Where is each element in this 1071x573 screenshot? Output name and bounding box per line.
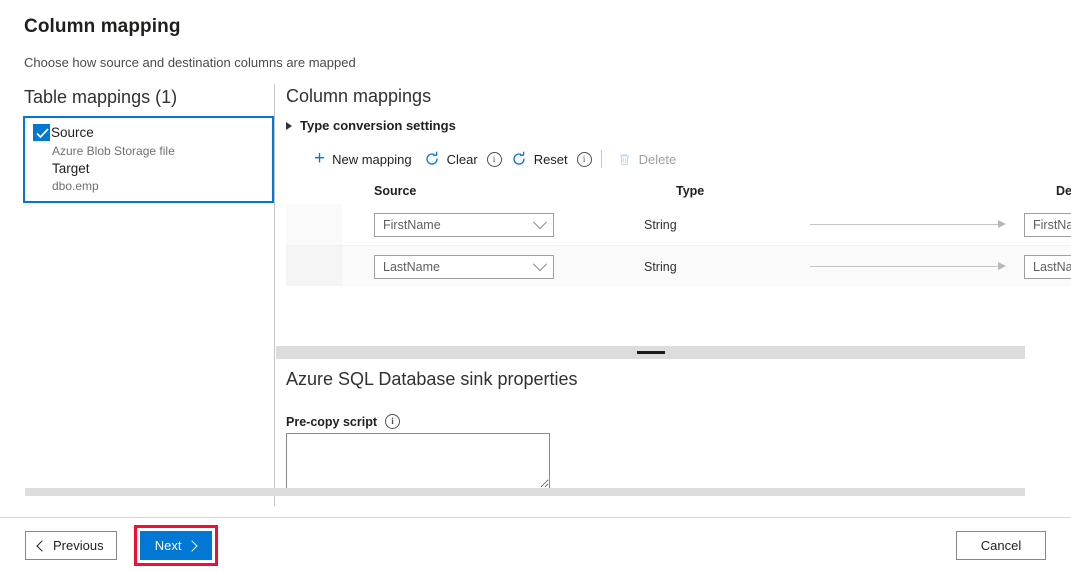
table-mappings-heading: Table mappings (1) [24,84,250,116]
refresh-icon [511,151,527,167]
clear-label: Clear [447,152,478,167]
grid-header-source: Source [342,184,614,198]
row-source-cell: LastName [342,255,582,279]
splitter-handle[interactable] [637,351,665,354]
precopy-script-label: Pre-copy script [286,415,377,429]
source-column-select[interactable]: LastName [374,255,554,279]
next-button[interactable]: Next [140,531,212,560]
reset-label: Reset [534,152,568,167]
source-column-value: LastName [383,260,440,274]
source-column-value: FirstName [383,218,441,232]
page-title: Column mapping [24,16,1047,38]
mapping-arrow [804,204,1014,245]
clear-info-icon[interactable]: i [487,152,502,167]
precopy-script-input[interactable] [286,433,550,489]
table-row[interactable]: FirstName String [286,204,1071,246]
grid-header-type: Type [614,184,836,198]
precopy-script-info-icon[interactable]: i [385,414,400,429]
mapping-arrow [804,246,1014,286]
destination-column-input[interactable] [1024,255,1071,279]
chevron-right-icon [187,540,198,551]
chevron-right-icon [286,122,292,130]
arrow-head-icon [998,220,1006,228]
chevron-down-icon [533,257,547,271]
row-type-value: String [582,260,804,274]
checkmark-icon [36,128,49,139]
chevron-left-icon [36,540,47,551]
row-destination-cell [1014,213,1071,237]
destination-column-input[interactable] [1024,213,1071,237]
row-type-value: String [582,218,804,232]
card-source-row: Source [33,124,264,141]
card-source-value: Azure Blob Storage file [33,144,264,158]
type-conversion-settings-label: Type conversion settings [300,118,456,133]
table-mapping-checkbox[interactable] [33,124,50,141]
grid-header-destination: Destination [1046,184,1071,198]
card-target-label: Target [33,161,264,176]
main-content: Table mappings (1) Source Azure Blob Sto… [0,84,1071,506]
table-mappings-panel: Table mappings (1) Source Azure Blob Sto… [0,84,275,506]
delete-button: Delete [611,149,683,170]
next-label: Next [155,538,182,553]
sink-properties-title: Azure SQL Database sink properties [286,369,1071,390]
column-mappings-toolbar: + New mapping Clear i Reset [286,146,1071,172]
card-target-value: dbo.emp [33,179,264,193]
reset-info-icon[interactable]: i [577,152,592,167]
trash-icon [617,152,632,167]
cancel-button[interactable]: Cancel [956,531,1046,560]
new-mapping-label: New mapping [332,152,412,167]
plus-icon: + [314,153,325,165]
column-mappings-grid: Source Type Destination FirstName String [286,178,1071,286]
arrow-line [810,224,998,225]
source-column-select[interactable]: FirstName [374,213,554,237]
table-row[interactable]: LastName String [286,246,1071,286]
toolbar-divider [601,150,602,168]
refresh-icon [424,151,440,167]
page-header: Column mapping Choose how source and des… [0,0,1071,70]
clear-button[interactable]: Clear [418,148,484,170]
card-source-label: Source [50,125,94,140]
arrow-line [810,266,998,267]
wizard-footer: Previous Next Cancel [0,517,1071,573]
type-conversion-settings-expander[interactable]: Type conversion settings [286,118,456,133]
precopy-script-label-row: Pre-copy script i [286,414,1071,429]
new-mapping-button[interactable]: + New mapping [308,149,418,170]
previous-label: Previous [53,538,104,553]
previous-button[interactable]: Previous [25,531,117,560]
row-source-cell: FirstName [342,213,582,237]
horizontal-scrollbar[interactable] [25,488,1025,496]
delete-label: Delete [639,152,677,167]
row-gutter [286,204,342,245]
table-mapping-card[interactable]: Source Azure Blob Storage file Target db… [23,116,274,203]
column-mappings-heading: Column mappings [286,84,1071,107]
cancel-label: Cancel [981,538,1021,553]
page-subtitle: Choose how source and destination column… [24,55,1047,70]
panel-splitter[interactable] [276,346,1025,359]
grid-header-row: Source Type Destination [286,178,1071,204]
sink-properties-section: Azure SQL Database sink properties Pre-c… [286,369,1071,494]
reset-button[interactable]: Reset [505,148,574,170]
next-button-highlight: Next [134,525,218,566]
chevron-down-icon [533,215,547,229]
arrow-head-icon [998,262,1006,270]
row-destination-cell [1014,255,1071,279]
row-gutter [286,246,342,286]
